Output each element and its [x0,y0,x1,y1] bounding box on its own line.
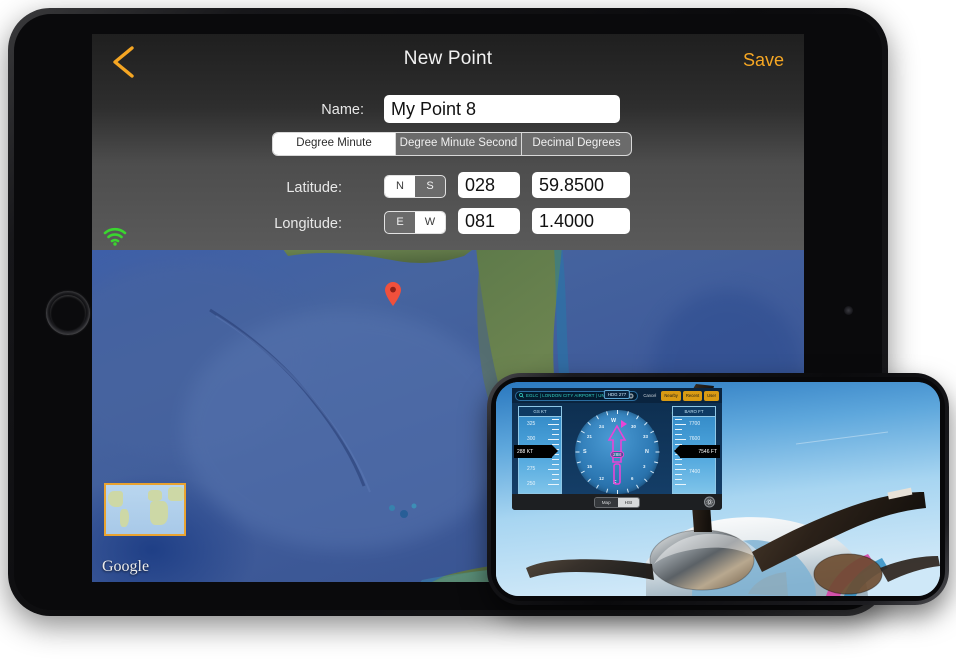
airport-search-value: EGLC | LONDON CITY AIRPORT | UNIT... [526,393,613,398]
hsi-heading-label: HDG 277 [603,390,631,399]
world-minimap[interactable] [104,483,186,536]
nearby-button[interactable]: Nearby [661,390,681,401]
latitude-hemisphere-toggle[interactable]: N S [384,175,446,198]
latitude-south-option[interactable]: S [415,176,445,197]
name-input[interactable]: My Point 8 [384,95,620,123]
latitude-degrees-input[interactable]: 028 [458,172,520,198]
view-mode-segmented-control[interactable]: Map HSI [593,496,641,508]
segment-map[interactable]: Map [594,497,618,507]
latitude-label: Latitude: [286,180,342,196]
longitude-label: Longitude: [274,216,342,232]
airspeed-tick-1: 300 [527,436,536,442]
page-title: New Point [403,48,493,69]
minimap-europe [148,490,162,501]
map-pin-icon [385,282,401,306]
navigation-bar: New Point Save [92,34,804,90]
name-row: Name: My Point 8 [92,92,804,130]
user-button[interactable]: User [704,390,719,401]
segment-degree-minute[interactable]: Degree Minute [273,133,396,155]
longitude-minutes-input[interactable]: 1.4000 [532,208,630,234]
minimap-africa [150,501,168,525]
avionics-panel: EGLC | LONDON CITY AIRPORT | UNIT... Can… [512,388,722,510]
search-icon [519,393,524,398]
minimap-north-america [108,491,123,507]
minimap-asia [168,487,184,501]
airspeed-readout: 288 KT [514,445,558,458]
map-location-pin[interactable] [384,281,402,307]
wifi-icon [103,227,127,246]
segment-decimal-degrees[interactable]: Decimal Degrees [522,133,631,155]
coordinate-format-segmented-control[interactable]: Degree Minute Degree Minute Second Decim… [272,132,632,156]
gear-icon [706,498,713,506]
airspeed-header: GS KT [518,406,562,417]
settings-button[interactable] [704,496,715,508]
longitude-east-option[interactable]: E [385,212,415,233]
map-attribution: Google [102,558,150,575]
tablet-home-button[interactable] [46,291,90,335]
phone-screen: EGLC | LONDON CITY AIRPORT | UNIT... Can… [496,382,940,596]
altitude-header: BARO FT [672,406,716,417]
longitude-west-option[interactable]: W [415,212,445,233]
airspeed-tape: GS KT 325 300 275 250 288 KT [514,406,562,494]
hsi-compass[interactable]: W N E S 30 33 3 6 12 15 21 24 288 [575,410,660,494]
segment-degree-minute-second[interactable]: Degree Minute Second [396,133,522,155]
screenshot-root: New Point Save Name: My Point 8 Degree M… [0,0,956,665]
new-point-form-panel: New Point Save Name: My Point 8 Degree M… [92,34,804,250]
minimap-south-america [120,509,129,527]
airspeed-tick-2: 275 [527,466,536,472]
longitude-hemisphere-toggle[interactable]: E W [384,211,446,234]
altitude-tick-1: 7600 [689,436,701,442]
altitude-tick-0: 7700 [689,421,701,427]
airspeed-tick-3: 250 [527,481,536,487]
wifi-status-indicator [102,226,128,246]
longitude-row: Longitude: E W 081 1.4000 [92,207,804,245]
hsi-bearing-value: 288 [610,451,624,458]
altitude-readout: 7546 FT [674,445,720,458]
altitude-tape: BARO FT 7700 7600 7400 7546 FT [672,406,720,494]
phone-device-frame: EGLC | LONDON CITY AIRPORT | UNIT... Can… [487,373,949,605]
avionics-footer: Map HSI [512,494,722,510]
tablet-front-camera [844,306,853,315]
airspeed-tick-0: 325 [527,421,536,427]
longitude-degrees-input[interactable]: 081 [458,208,520,234]
recent-button[interactable]: Recent [682,390,703,401]
altitude-tick-2: 7400 [689,469,701,475]
name-label: Name: [321,102,364,118]
latitude-row: Latitude: N S 028 59.8500 [92,171,804,209]
cancel-button[interactable]: Cancel [640,391,659,401]
latitude-north-option[interactable]: N [385,176,415,197]
segment-hsi[interactable]: HSI [617,497,640,507]
save-button[interactable]: Save [743,50,784,71]
latitude-minutes-input[interactable]: 59.8500 [532,172,630,198]
coordinate-format-row: Degree Minute Degree Minute Second Decim… [92,132,804,162]
